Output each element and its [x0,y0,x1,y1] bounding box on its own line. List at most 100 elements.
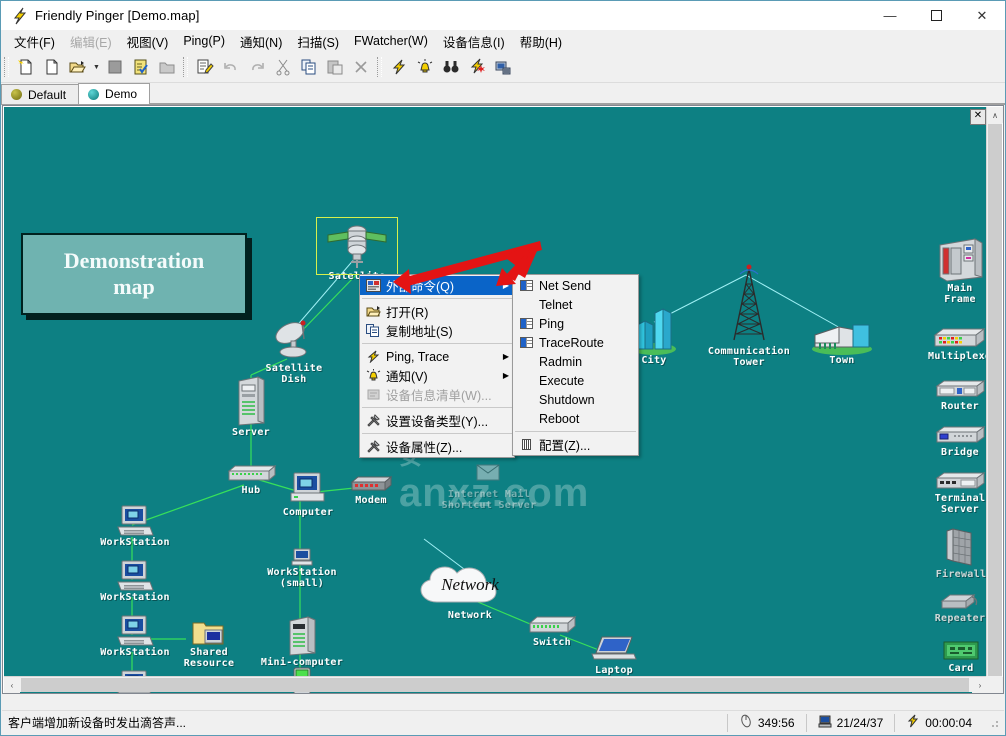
open-dropdown-chevron-down-icon[interactable]: ▼ [91,55,102,79]
node-shared-resource[interactable]: Shared Resource [174,619,244,669]
ctx-shutdown[interactable]: Shutdown [513,390,638,409]
ctx-net-send[interactable]: Net Send [513,276,638,295]
ctx-telnet[interactable]: Telnet [513,295,638,314]
window-icon [517,335,535,351]
ping-button[interactable] [386,55,412,79]
open-button[interactable] [65,55,91,79]
status-devices-value: 21/24/37 [836,715,884,730]
ctx-copy-address[interactable]: 复制地址(S) [360,321,514,340]
minimize-button[interactable]: — [867,1,913,30]
toolbar-grip-2[interactable] [183,57,188,77]
menu-ping[interactable]: Ping(P) [176,32,232,50]
node-workstation-1[interactable]: WorkStation [100,505,170,548]
node-network-cloud[interactable]: Network Network [412,562,528,621]
vertical-scroll-thumb[interactable] [988,124,1002,676]
map-close-icon[interactable]: ✕ [970,109,986,125]
ctx-notify[interactable]: 通知(V) ▶ [360,366,514,385]
tab-demo[interactable]: Demo [78,83,151,104]
copy-icon [364,323,382,339]
palette-repeater[interactable]: Repeater [930,591,988,624]
remote-button[interactable] [490,55,516,79]
scroll-left-button[interactable]: ‹ [4,677,20,693]
node-workstation-3[interactable]: WorkStation [100,615,170,658]
edit-properties-button[interactable] [192,55,218,79]
ctx-ping[interactable]: Ping [513,314,638,333]
ctx-traceroute[interactable]: TraceRoute [513,333,638,352]
context-submenu[interactable]: Net Send Telnet Ping TraceRoute Radmin E… [512,274,639,456]
node-server[interactable]: Server [219,375,283,438]
ctx-ping-trace[interactable]: Ping, Trace ▶ [360,347,514,366]
node-satellite[interactable]: Satellite [316,217,398,282]
node-communication-tower[interactable]: Communication Tower [694,262,804,368]
ctx-reboot[interactable]: Reboot [513,409,638,428]
map-viewport[interactable]: Demonstrationmap 安 anxz.com [4,107,988,693]
toolbar-grip-1[interactable] [4,57,9,77]
alert-button[interactable] [412,55,438,79]
scroll-up-button[interactable]: ∧ [987,107,1003,123]
menu-file[interactable]: 文件(F) [7,30,62,53]
ctx-radmin-label: Radmin [539,354,583,369]
tab-default[interactable]: Default [1,84,80,104]
ctx-execute[interactable]: Execute [513,371,638,390]
palette-multiplexor[interactable]: Multiplexor [928,327,988,362]
menu-device-info[interactable]: 设备信息(I) [436,30,512,53]
node-laptop[interactable]: Laptop [584,635,644,676]
vertical-scrollbar[interactable]: ∧ ∨ [986,107,1003,693]
node-switch[interactable]: Switch [522,615,582,648]
internet-mail-icon [469,459,509,489]
blank-document-button[interactable] [39,55,65,79]
ctx-set-device-type[interactable]: 设置设备类型(Y)... [360,411,514,430]
folder-button[interactable] [154,55,180,79]
palette-card[interactable]: Card [936,639,986,674]
paste-button[interactable] [322,55,348,79]
ctx-device-properties[interactable]: 设备属性(Z)... [360,437,514,456]
node-communication-tower-label: Communication Tower [707,346,791,368]
menu-fwatcher[interactable]: FWatcher(W) [347,32,435,50]
cut-button[interactable] [270,55,296,79]
blank-icon [517,373,535,389]
context-menu[interactable]: 外部命令(Q) ▶ 打开(R) 复制地址(S) Ping, Trace ▶ 通知… [359,274,515,458]
find-button[interactable] [438,55,464,79]
node-modem[interactable]: Modem [344,475,398,506]
resize-grip-icon[interactable] [987,715,1001,730]
window-title: Friendly Pinger [Demo.map] [35,8,200,23]
palette-router[interactable]: Router [932,379,988,412]
laptop-icon [590,635,638,665]
undo-button[interactable] [218,55,244,79]
menu-notify[interactable]: 通知(N) [233,30,289,53]
close-button[interactable]: ✕ [959,1,1005,30]
stop-button[interactable] [102,55,128,79]
node-mini-computer[interactable]: Mini-computer [258,615,346,668]
ctx-external-command[interactable]: 外部命令(Q) ▶ [360,276,514,295]
ctx-reboot-label: Reboot [539,411,580,426]
palette-main-frame[interactable]: Main Frame [932,237,988,305]
node-internet-mail[interactable]: Internet Mail Shortcut Server [424,459,554,511]
maximize-button[interactable] [913,1,959,30]
node-town[interactable]: Town [808,319,876,366]
palette-terminal-server[interactable]: Terminal Server [930,471,988,515]
copy-button[interactable] [296,55,322,79]
delete-button[interactable] [348,55,374,79]
checklist-button[interactable] [128,55,154,79]
ctx-device-info-list-label: 设备信息清单(W)... [386,389,492,403]
network-map[interactable]: Demonstrationmap 安 anxz.com [4,107,988,693]
node-workstation-small[interactable]: WorkStation (small) [262,547,342,589]
redo-button[interactable] [244,55,270,79]
toolbar-grip-3[interactable] [377,57,382,77]
palette-firewall[interactable]: Firewall [932,527,988,580]
menu-bar: 文件(F) 编辑(E) 视图(V) Ping(P) 通知(N) 扫描(S) FW… [1,30,1005,52]
new-map-button[interactable] [13,55,39,79]
fwatcher-button[interactable] [464,55,490,79]
ctx-open[interactable]: 打开(R) [360,302,514,321]
horizontal-scroll-thumb[interactable] [21,678,969,692]
node-workstation-2[interactable]: WorkStation [100,560,170,603]
palette-bridge[interactable]: Bridge [932,425,988,458]
external-command-icon [364,278,382,294]
node-computer[interactable]: Computer [272,471,344,518]
menu-view[interactable]: 视图(V) [120,30,176,53]
menu-scan[interactable]: 扫描(S) [290,30,346,53]
ctx-radmin[interactable]: Radmin [513,352,638,371]
horizontal-scrollbar[interactable]: ‹ › [4,676,988,693]
ctx-configure[interactable]: 配置(Z)... [513,435,638,454]
menu-help[interactable]: 帮助(H) [513,30,569,53]
